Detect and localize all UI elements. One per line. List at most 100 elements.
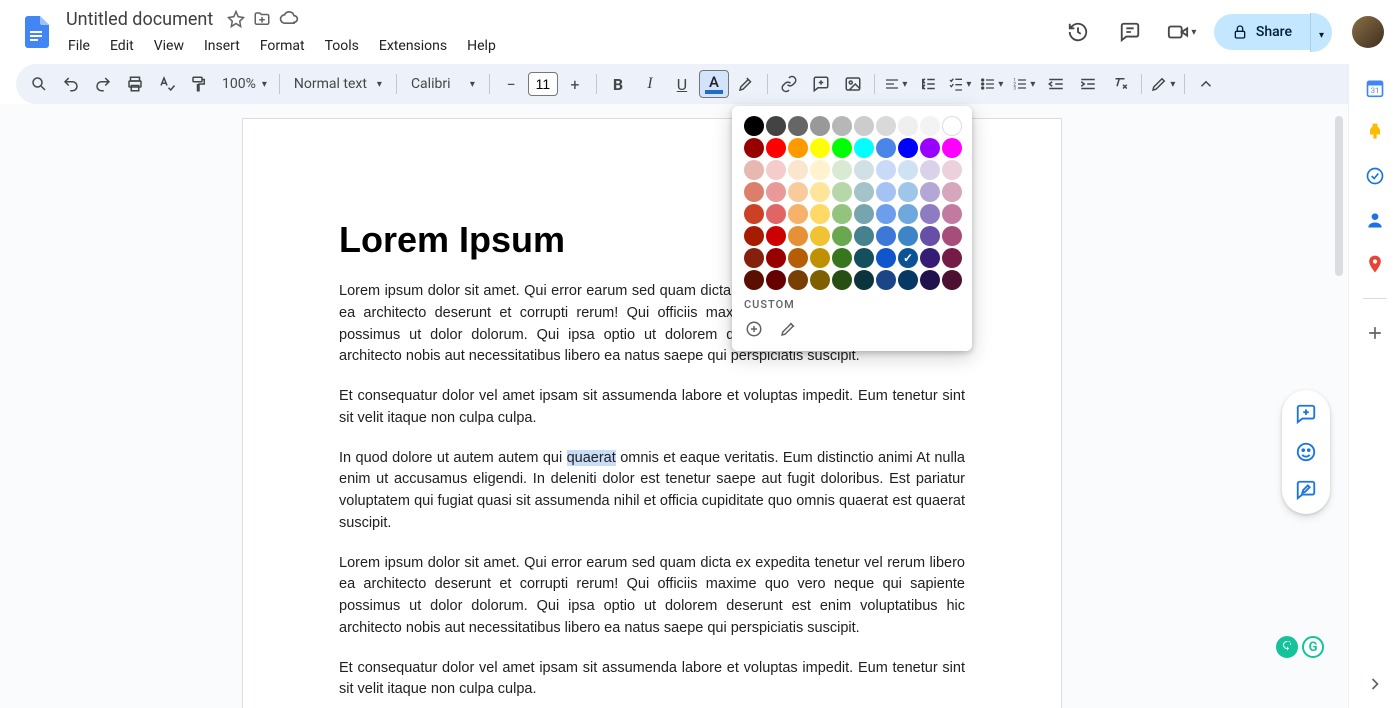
color-swatch[interactable] [920,204,940,224]
line-spacing-icon[interactable] [913,70,943,98]
color-swatch[interactable] [942,226,962,246]
color-swatch[interactable] [942,138,962,158]
grammarly-widget[interactable]: G [1276,636,1324,658]
increase-font-size[interactable]: + [560,70,590,98]
color-swatch[interactable] [832,182,852,202]
color-swatch[interactable] [832,226,852,246]
checklist-icon[interactable]: ▾ [945,70,975,98]
add-comment-icon[interactable] [806,70,836,98]
menu-edit[interactable]: Edit [102,34,142,58]
color-swatch[interactable] [832,248,852,268]
color-swatch[interactable] [766,182,786,202]
color-swatch[interactable] [810,138,830,158]
color-swatch[interactable] [854,116,874,136]
color-swatch[interactable] [920,160,940,180]
color-swatch[interactable] [920,182,940,202]
decrease-font-size[interactable]: − [496,70,526,98]
color-swatch[interactable] [832,160,852,180]
text-color-button[interactable]: A [699,70,729,98]
color-swatch[interactable] [942,270,962,290]
color-swatch[interactable] [876,116,896,136]
color-swatch[interactable] [854,160,874,180]
font-dropdown[interactable]: Calibri▾ [403,76,483,92]
color-swatch[interactable] [788,116,808,136]
color-swatch[interactable] [810,116,830,136]
move-icon[interactable] [253,10,271,28]
color-swatch[interactable] [898,138,918,158]
contacts-icon[interactable] [1365,210,1385,230]
calendar-icon[interactable]: 31 [1365,78,1385,98]
color-swatch[interactable] [832,116,852,136]
decrease-indent-icon[interactable] [1041,70,1071,98]
color-swatch[interactable] [810,248,830,268]
menu-view[interactable]: View [146,34,192,58]
color-swatch[interactable] [876,270,896,290]
highlight-color-button[interactable] [731,70,761,98]
keep-icon[interactable] [1365,122,1385,142]
color-swatch[interactable] [744,270,764,290]
color-swatch[interactable] [766,160,786,180]
color-swatch[interactable] [898,116,918,136]
color-swatch[interactable] [854,138,874,158]
color-swatch[interactable] [766,270,786,290]
underline-button[interactable]: U [667,70,697,98]
color-swatch[interactable] [788,270,808,290]
emoji-reaction-icon[interactable] [1290,436,1322,468]
color-swatch[interactable] [876,138,896,158]
color-swatch[interactable] [788,226,808,246]
color-swatch[interactable] [876,204,896,224]
color-swatch[interactable] [942,248,962,268]
suggest-edits-icon[interactable] [1290,474,1322,506]
color-swatch[interactable] [810,270,830,290]
color-swatch[interactable] [832,270,852,290]
color-swatch[interactable] [854,204,874,224]
color-swatch[interactable] [744,248,764,268]
cloud-status-icon[interactable] [279,9,299,29]
color-swatch[interactable] [788,204,808,224]
color-swatch[interactable] [766,248,786,268]
color-swatch[interactable] [832,138,852,158]
color-swatch[interactable] [898,248,918,268]
color-swatch[interactable] [876,182,896,202]
document-canvas[interactable]: Lorem Ipsum Lorem ipsum dolor sit amet. … [0,104,1348,708]
align-dropdown[interactable]: ▾ [881,70,911,98]
insert-link-icon[interactable] [774,70,804,98]
add-comment-float-icon[interactable] [1290,398,1322,430]
spellcheck-icon[interactable] [152,70,182,98]
history-icon[interactable] [1058,12,1098,52]
menu-file[interactable]: File [60,34,98,58]
color-swatch[interactable] [788,138,808,158]
increase-indent-icon[interactable] [1073,70,1103,98]
color-swatch[interactable] [810,204,830,224]
color-swatch[interactable] [788,248,808,268]
color-swatch[interactable] [744,226,764,246]
scrollbar[interactable] [1332,110,1346,670]
menu-extensions[interactable]: Extensions [371,34,455,58]
bulleted-list-icon[interactable]: ▾ [977,70,1007,98]
color-swatch[interactable] [942,182,962,202]
color-swatch[interactable] [832,204,852,224]
account-avatar[interactable] [1352,16,1384,48]
color-swatch[interactable] [766,204,786,224]
paragraph-style-dropdown[interactable]: Normal text▾ [286,76,390,92]
document-title[interactable]: Untitled document [60,7,219,32]
bold-button[interactable]: B [603,70,633,98]
hide-side-panel-icon[interactable] [1365,674,1385,694]
comments-icon[interactable] [1110,12,1150,52]
color-swatch[interactable] [942,160,962,180]
color-swatch[interactable] [920,116,940,136]
color-swatch[interactable] [898,270,918,290]
color-swatch[interactable] [920,226,940,246]
share-dropdown[interactable]: ▾ [1310,13,1332,52]
color-swatch[interactable] [876,248,896,268]
menu-help[interactable]: Help [459,34,504,58]
eyedropper-icon[interactable] [778,319,798,339]
clear-formatting-icon[interactable] [1105,70,1135,98]
color-swatch[interactable] [876,160,896,180]
collapse-toolbar-icon[interactable] [1191,70,1221,98]
share-button[interactable]: Share [1214,14,1310,50]
add-custom-color-icon[interactable] [744,319,764,339]
maps-icon[interactable] [1365,254,1385,274]
get-addons-icon[interactable] [1365,323,1385,343]
color-swatch[interactable] [766,138,786,158]
